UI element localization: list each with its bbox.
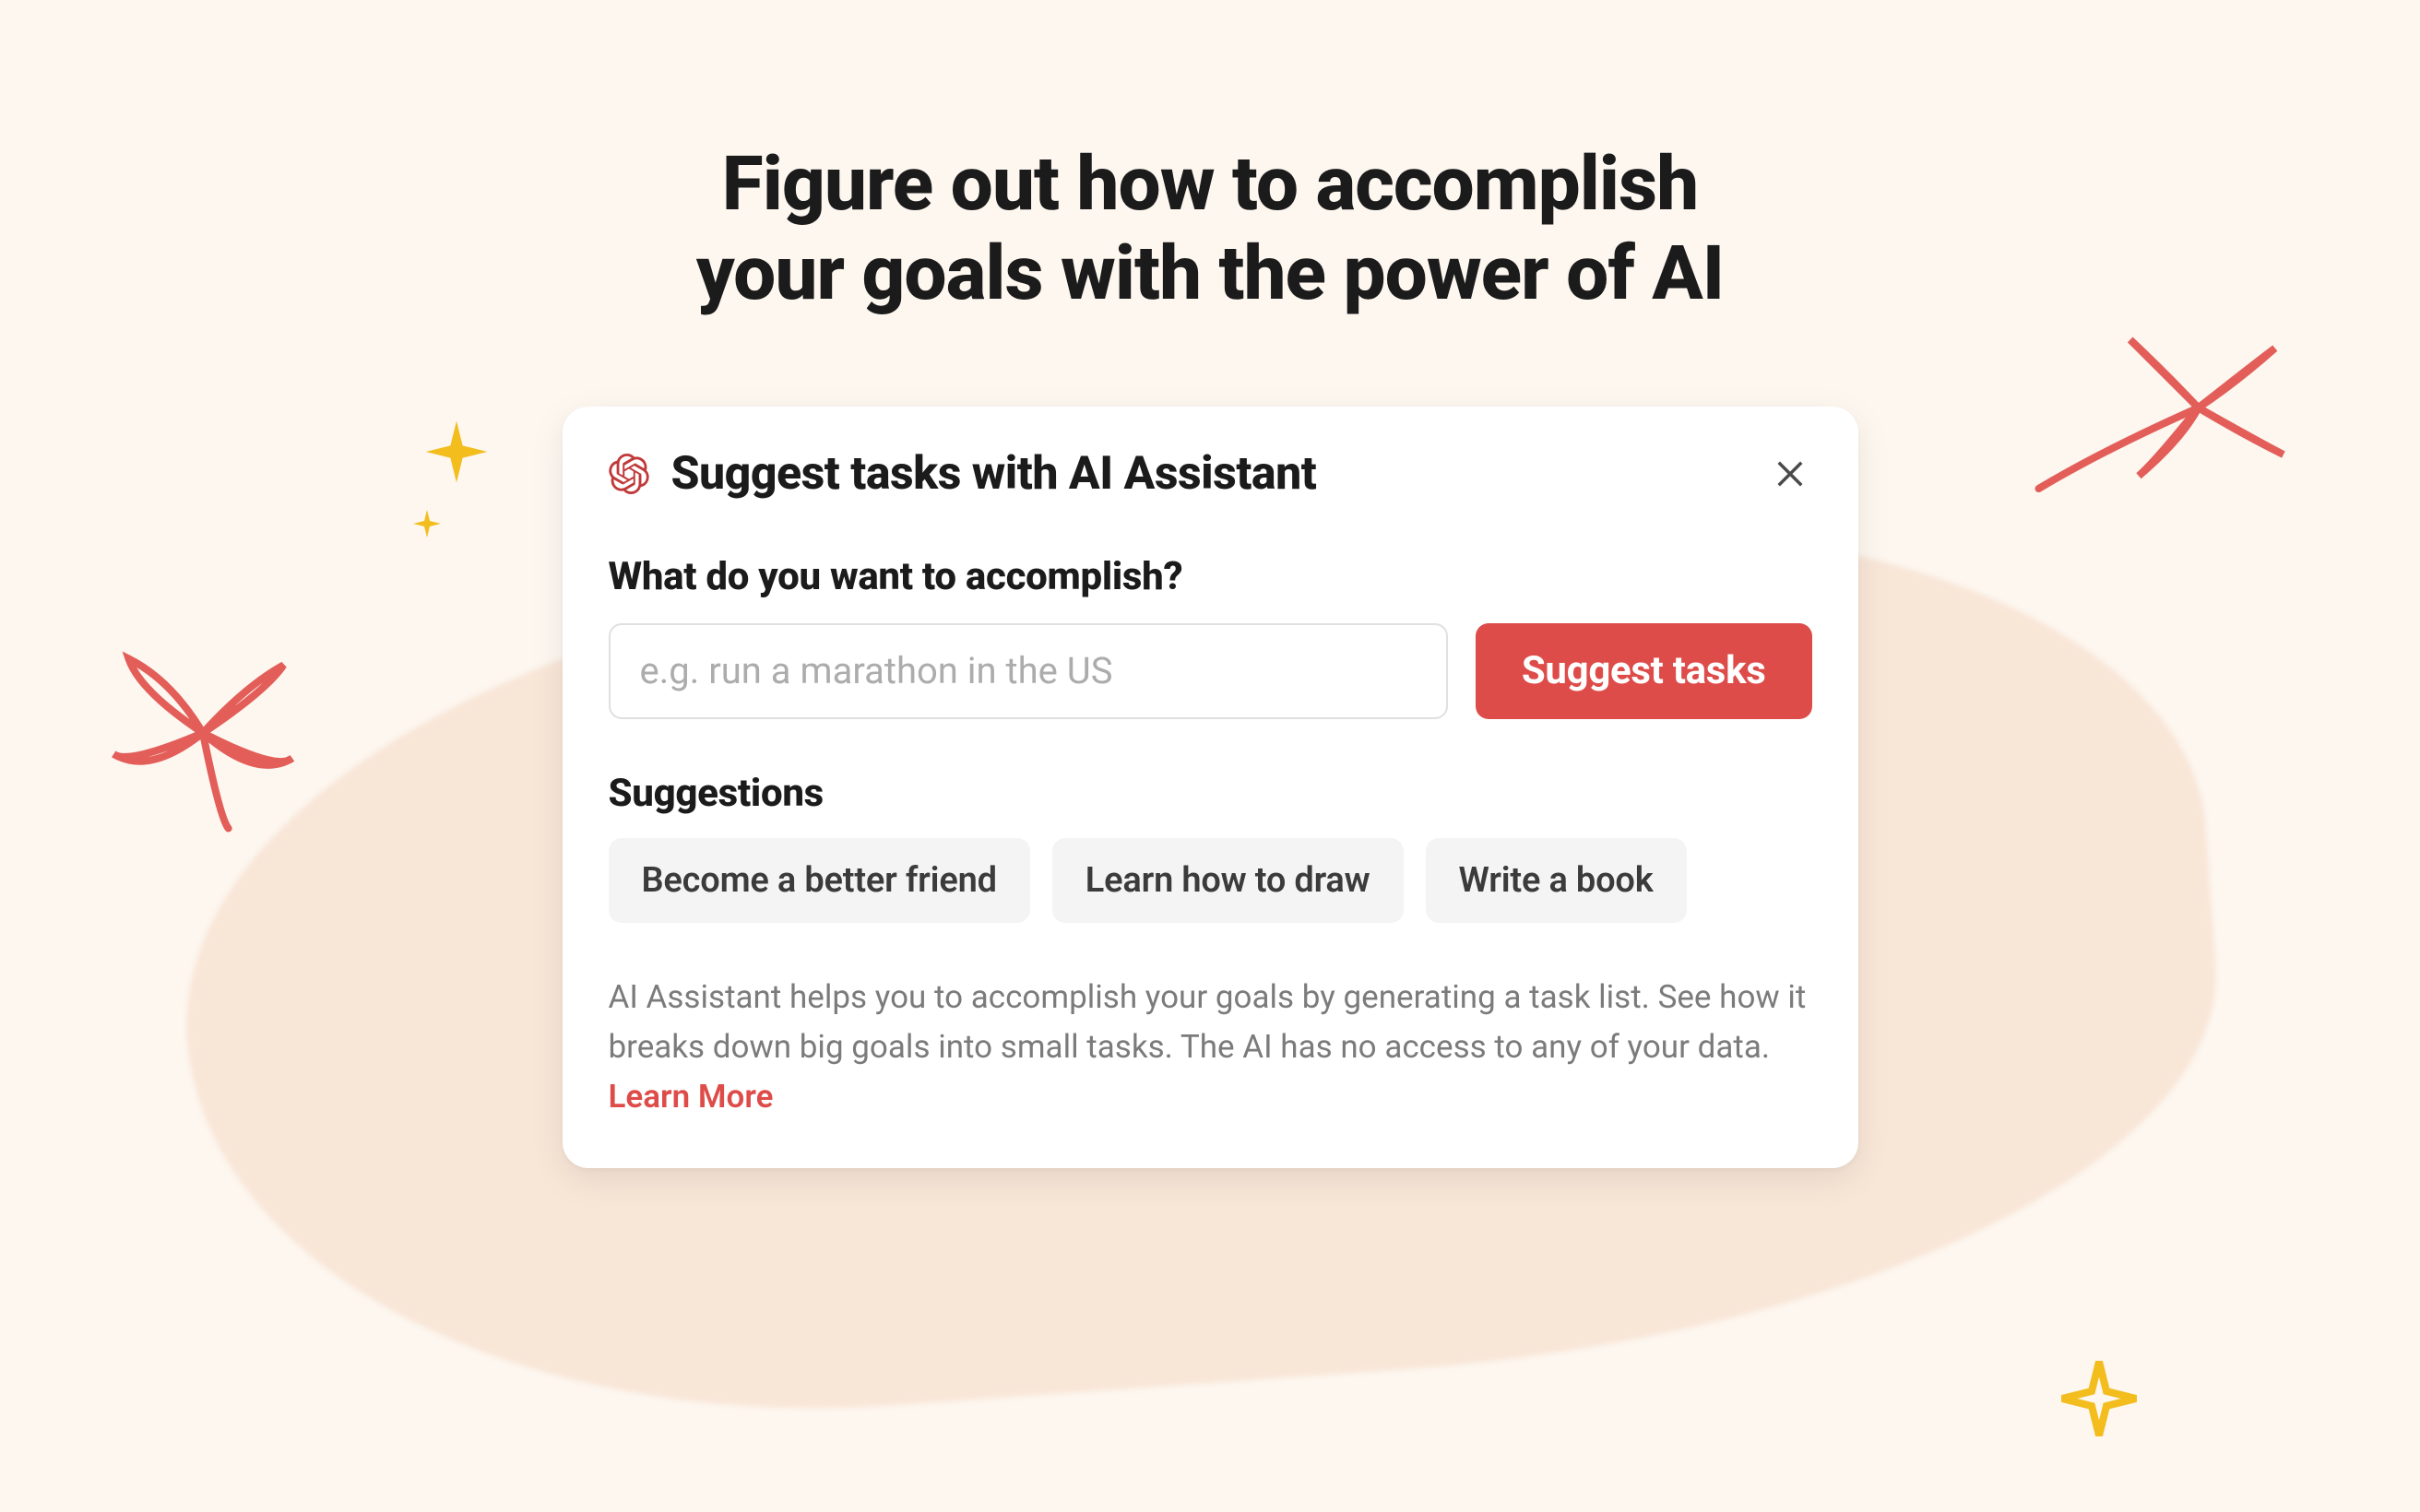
disclaimer-text: AI Assistant helps you to accomplish you… (609, 973, 1812, 1123)
sparkle-icon (410, 507, 444, 540)
suggestions-label: Suggestions (609, 771, 1812, 816)
sparkle-icon (2055, 1354, 2143, 1443)
input-row: Suggest tasks (609, 623, 1812, 719)
page-heading: Figure out how to accomplish your goals … (0, 0, 2420, 319)
suggest-tasks-button[interactable]: Suggest tasks (1476, 623, 1812, 719)
suggestion-chip[interactable]: Write a book (1426, 838, 1687, 923)
sparkle-icon (420, 415, 493, 489)
prompt-label: What do you want to accomplish? (609, 554, 1812, 599)
goal-input[interactable] (609, 623, 1448, 719)
heading-line-2: your goals with the power of AI (696, 230, 1724, 318)
flower-icon (2028, 323, 2305, 535)
suggestion-chip[interactable]: Become a better friend (609, 838, 1030, 923)
suggestion-chips-row: Become a better friend Learn how to draw… (609, 838, 1812, 923)
close-button[interactable] (1768, 452, 1812, 496)
modal-title: Suggest tasks with AI Assistant (671, 447, 1317, 501)
flower-icon (97, 627, 309, 839)
modal-title-wrap: Suggest tasks with AI Assistant (609, 447, 1317, 501)
ai-assistant-modal: Suggest tasks with AI Assistant What do … (563, 407, 1858, 1169)
heading-line-1: Figure out how to accomplish (722, 140, 1698, 229)
suggestion-chip[interactable]: Learn how to draw (1052, 838, 1404, 923)
learn-more-link[interactable]: Learn More (609, 1078, 774, 1116)
disclaimer-body: AI Assistant helps you to accomplish you… (609, 978, 1807, 1066)
modal-header: Suggest tasks with AI Assistant (609, 447, 1812, 501)
openai-icon (609, 454, 649, 494)
